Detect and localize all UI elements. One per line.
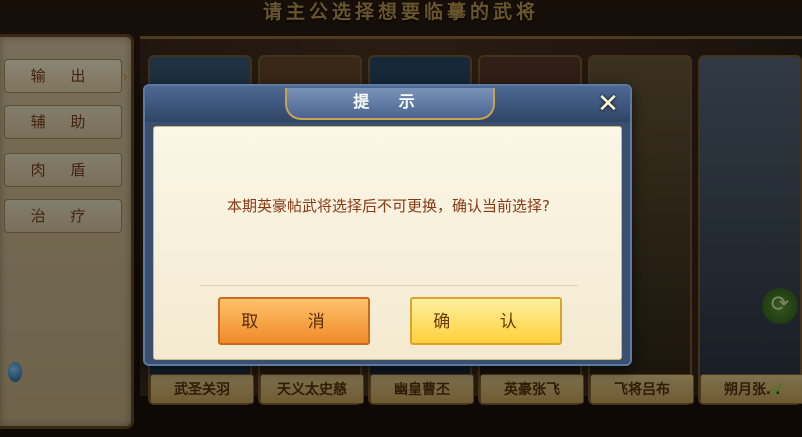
- divider: [200, 285, 578, 286]
- confirm-dialog: 提 示 ✕ 本期英豪帖武将选择后不可更换，确认当前选择? 取 消 确 认: [143, 84, 632, 366]
- cancel-button[interactable]: 取 消: [218, 297, 370, 345]
- dialog-title: 提 示: [285, 88, 495, 120]
- game-screen: 请主公选择想要临摹的武将 输 出 › 辅 助 肉 盾 治 疗 武圣关羽 天义太史…: [0, 0, 802, 437]
- dialog-header: 提 示 ✕: [145, 86, 630, 122]
- confirm-button[interactable]: 确 认: [410, 297, 562, 345]
- dialog-body: 本期英豪帖武将选择后不可更换，确认当前选择? 取 消 确 认: [153, 126, 622, 360]
- close-icon[interactable]: ✕: [593, 90, 623, 118]
- dialog-message: 本期英豪帖武将选择后不可更换，确认当前选择?: [227, 197, 550, 215]
